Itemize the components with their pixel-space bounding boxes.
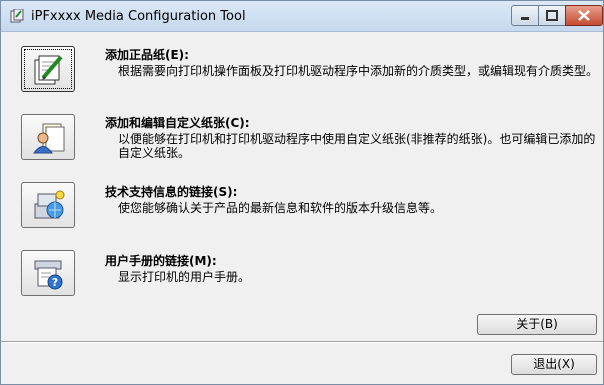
close-button[interactable] bbox=[565, 5, 603, 26]
manual-help-icon: ? bbox=[34, 260, 63, 290]
user-manual-button[interactable]: ? bbox=[21, 250, 75, 296]
custom-paper-button[interactable] bbox=[21, 114, 75, 160]
support-link-button[interactable] bbox=[21, 182, 75, 228]
divider bbox=[1, 341, 603, 343]
maximize-button[interactable] bbox=[538, 5, 566, 26]
add-genuine-paper-button[interactable] bbox=[21, 46, 75, 92]
main-window: iPFxxxx Media Configuration Tool 添加正品纸(E… bbox=[0, 0, 604, 385]
minimize-button[interactable] bbox=[511, 5, 539, 26]
item-heading-add-genuine-paper: 添加正品纸(E): bbox=[105, 48, 189, 62]
exit-button[interactable]: 退出(X) bbox=[511, 354, 597, 375]
item-description-support: 使您能够确认关于产品的最新信息和软件的版本升级信息等。 bbox=[118, 201, 443, 215]
support-globe-icon bbox=[34, 190, 65, 219]
item-description-custom-paper: 以便能够在打印机和打印机驱动程序中使用自定义纸张(非推荐的纸张)。也可编辑已添加… bbox=[118, 132, 596, 160]
maximize-icon bbox=[546, 10, 558, 21]
item-heading-custom-paper: 添加和编辑自定义纸张(C): bbox=[105, 116, 250, 130]
title-bar[interactable]: iPFxxxx Media Configuration Tool bbox=[1, 1, 603, 32]
item-description-user-manual: 显示打印机的用户手册。 bbox=[118, 270, 251, 284]
about-button[interactable]: 关于(B) bbox=[477, 314, 597, 335]
paper-edit-icon bbox=[34, 55, 63, 85]
app-icon bbox=[10, 9, 24, 23]
minimize-icon bbox=[521, 17, 529, 20]
item-description-add-genuine-paper: 根据需要向打印机操作面板及打印机驱动程序中添加新的介质类型，或编辑现有介质类型。 bbox=[118, 64, 599, 78]
window-title: iPFxxxx Media Configuration Tool bbox=[31, 9, 246, 24]
item-heading-user-manual: 用户手册的链接(M): bbox=[105, 254, 217, 268]
item-heading-support: 技术支持信息的链接(S): bbox=[105, 185, 238, 199]
custom-paper-user-icon bbox=[33, 123, 65, 154]
close-icon bbox=[578, 10, 590, 21]
svg-text:?: ? bbox=[52, 276, 58, 289]
